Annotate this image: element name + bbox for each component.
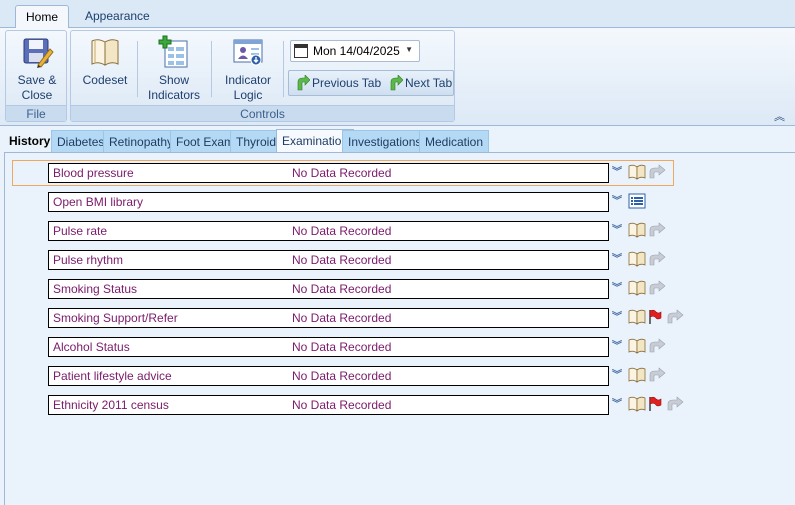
book-icon[interactable]	[628, 396, 646, 412]
undo-icon[interactable]	[648, 367, 666, 383]
chevron-down-icon[interactable]: ︾	[612, 193, 622, 211]
row-name: Smoking Support/Refer	[48, 308, 289, 328]
row-name: Patient lifestyle advice	[48, 366, 289, 386]
undo-icon[interactable]	[648, 338, 666, 354]
flag-icon[interactable]	[648, 309, 662, 325]
row-value[interactable]: No Data Recorded	[288, 221, 609, 241]
save-close-label: Save & Close	[17, 73, 57, 102]
codeset-button[interactable]: Codeset	[75, 35, 135, 88]
book-icon[interactable]	[628, 164, 646, 180]
row-name: Alcohol Status	[48, 337, 289, 357]
floppy-disk-icon	[20, 35, 54, 69]
chevron-down-icon[interactable]: ▼	[405, 45, 413, 54]
separator	[211, 41, 212, 97]
undo-icon[interactable]	[666, 309, 684, 325]
indicator-logic-button[interactable]: Indicator Logic	[217, 35, 279, 103]
date-picker[interactable]: Mon 14/04/2025 ▼	[290, 40, 420, 62]
chevron-down-icon[interactable]: ︾	[612, 338, 622, 356]
row-value[interactable]: No Data Recorded	[288, 279, 609, 299]
row-name: Pulse rate	[48, 221, 289, 241]
file-group: Save & Close File	[5, 30, 67, 122]
previous-tab-label: Previous Tab	[312, 76, 382, 90]
controls-group-label: Controls	[71, 105, 454, 121]
ribbon: Save & Close File Codeset Show Indicator…	[0, 28, 795, 126]
row-name: Ethnicity 2011 census	[48, 395, 289, 415]
codeset-label: Codeset	[82, 73, 128, 87]
row-value[interactable]: No Data Recorded	[288, 308, 609, 328]
show-indicators-label: Show Indicators	[147, 73, 201, 102]
row-value[interactable]	[288, 192, 609, 212]
tab-history[interactable]: History	[4, 130, 55, 153]
row-name: Blood pressure	[48, 163, 289, 183]
row-value[interactable]: No Data Recorded	[288, 163, 609, 183]
ribbon-tab-bar: Home Appearance	[0, 0, 795, 29]
chevron-down-icon[interactable]: ︾	[612, 164, 622, 182]
row-value[interactable]: No Data Recorded	[288, 366, 609, 386]
book-icon[interactable]	[628, 367, 646, 383]
collapse-ribbon-icon[interactable]: ︽	[774, 108, 785, 124]
tab-medication[interactable]: Medication	[419, 130, 490, 153]
book-icon[interactable]	[628, 309, 646, 325]
chevron-down-icon[interactable]: ︾	[612, 396, 622, 414]
file-group-label: File	[6, 105, 66, 121]
separator	[137, 41, 138, 97]
chevron-down-icon[interactable]: ︾	[612, 251, 622, 269]
show-indicators-button[interactable]: Show Indicators	[143, 35, 205, 103]
row-name: Open BMI library	[48, 192, 289, 212]
ribbon-tab-home[interactable]: Home	[15, 5, 70, 29]
row-value[interactable]: No Data Recorded	[288, 337, 609, 357]
tab-investigations[interactable]: Investigations	[342, 130, 428, 153]
content-tab-bar: History Diabetes Retinopathy Foot Exam T…	[4, 129, 795, 153]
flag-icon[interactable]	[648, 396, 662, 412]
book-icon[interactable]	[628, 222, 646, 238]
indicator-logic-label: Indicator Logic	[224, 73, 272, 102]
chevron-down-icon[interactable]: ︾	[612, 222, 622, 240]
previous-arrow-icon	[294, 74, 311, 91]
next-tab-label: Next Tab	[405, 76, 453, 90]
next-tab-button[interactable]: Next Tab	[385, 74, 453, 93]
next-arrow-icon	[387, 74, 404, 91]
row-name: Smoking Status	[48, 279, 289, 299]
ribbon-tab-appearance[interactable]: Appearance	[75, 5, 160, 29]
undo-icon[interactable]	[666, 396, 684, 412]
chevron-down-icon[interactable]: ︾	[612, 280, 622, 298]
row-value[interactable]: No Data Recorded	[288, 395, 609, 415]
undo-icon[interactable]	[648, 280, 666, 296]
tab-diabetes[interactable]: Diabetes	[51, 130, 111, 153]
row-name: Pulse rhythm	[48, 250, 289, 270]
separator	[283, 41, 284, 97]
chevron-down-icon[interactable]: ︾	[612, 367, 622, 385]
undo-icon[interactable]	[648, 222, 666, 238]
tab-navigation: Previous Tab Next Tab	[288, 70, 454, 96]
undo-icon[interactable]	[648, 251, 666, 267]
tab-thyroid[interactable]: Thyroid	[230, 130, 283, 153]
book-icon[interactable]	[628, 280, 646, 296]
chevron-down-icon[interactable]: ︾	[612, 309, 622, 327]
book-icon[interactable]	[628, 251, 646, 267]
row-value[interactable]: No Data Recorded	[288, 250, 609, 270]
book-icon	[88, 35, 122, 69]
date-value: Mon 14/04/2025	[313, 44, 400, 58]
previous-tab-button[interactable]: Previous Tab	[292, 74, 382, 93]
indicator-logic-icon	[231, 35, 265, 69]
book-icon[interactable]	[628, 338, 646, 354]
list-icon[interactable]	[628, 193, 646, 212]
undo-icon[interactable]	[648, 164, 666, 180]
tab-retinopathy[interactable]: Retinopathy	[103, 130, 180, 153]
save-close-button[interactable]: Save & Close	[10, 35, 64, 103]
calendar-icon	[294, 44, 308, 58]
show-indicators-icon	[157, 35, 191, 69]
